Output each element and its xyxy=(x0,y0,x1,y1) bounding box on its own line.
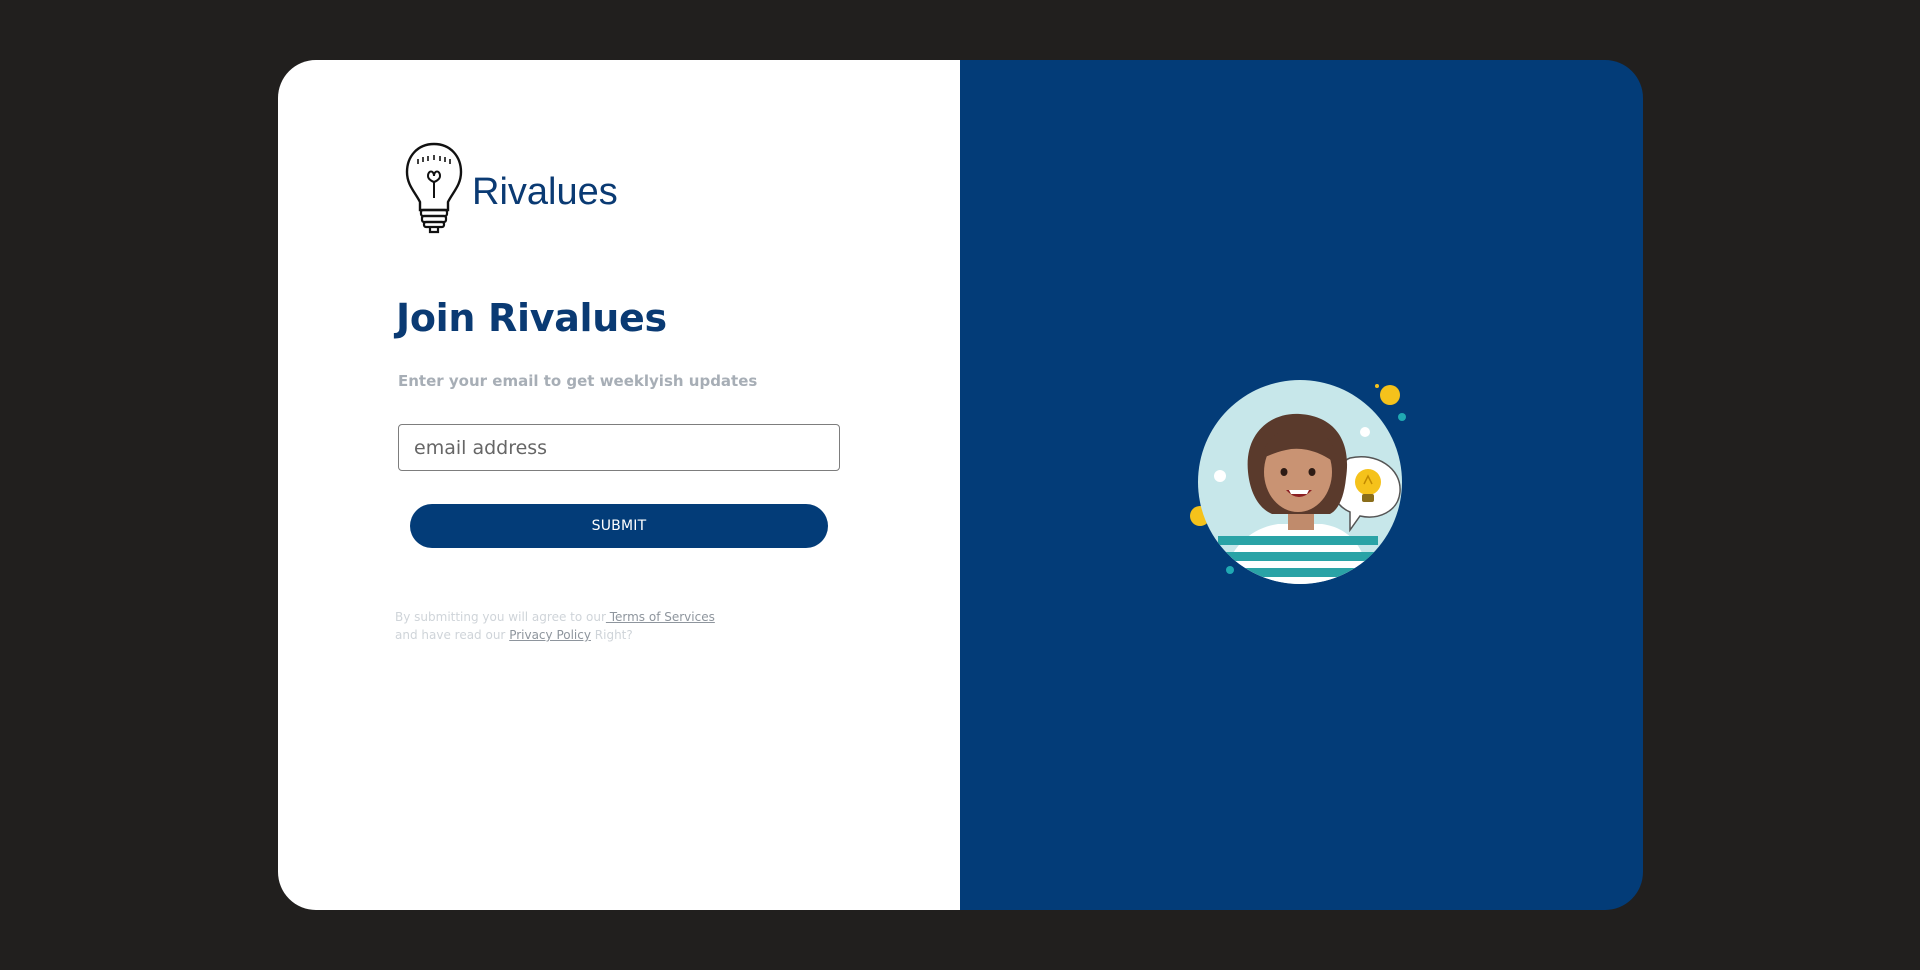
terms-of-services-link[interactable]: Terms of Services xyxy=(606,610,715,624)
disclaimer-suffix: Right? xyxy=(590,628,633,642)
page-title: Join Rivalues xyxy=(396,296,667,340)
legal-disclaimer: By submitting you will agree to our Term… xyxy=(395,608,735,644)
page-subtitle: Enter your email to get weeklyish update… xyxy=(398,372,758,390)
lightbulb-icon xyxy=(405,142,463,234)
signup-form-panel: Rivalues Join Rivalues Enter your email … xyxy=(278,60,960,910)
submit-button[interactable]: SUBMIT xyxy=(410,504,828,548)
brand-name: Rivalues xyxy=(472,170,618,213)
privacy-policy-link[interactable]: Privacy Policy xyxy=(509,628,591,642)
woman-with-idea-icon xyxy=(1190,380,1406,584)
brand-logo: Rivalues xyxy=(404,142,618,236)
disclaimer-middle: and have read our xyxy=(395,628,510,642)
illustration-panel xyxy=(960,60,1643,910)
signup-card: Rivalues Join Rivalues Enter your email … xyxy=(278,60,1643,910)
email-input[interactable] xyxy=(398,424,840,471)
disclaimer-prefix: By submitting you will agree to our xyxy=(395,610,606,624)
